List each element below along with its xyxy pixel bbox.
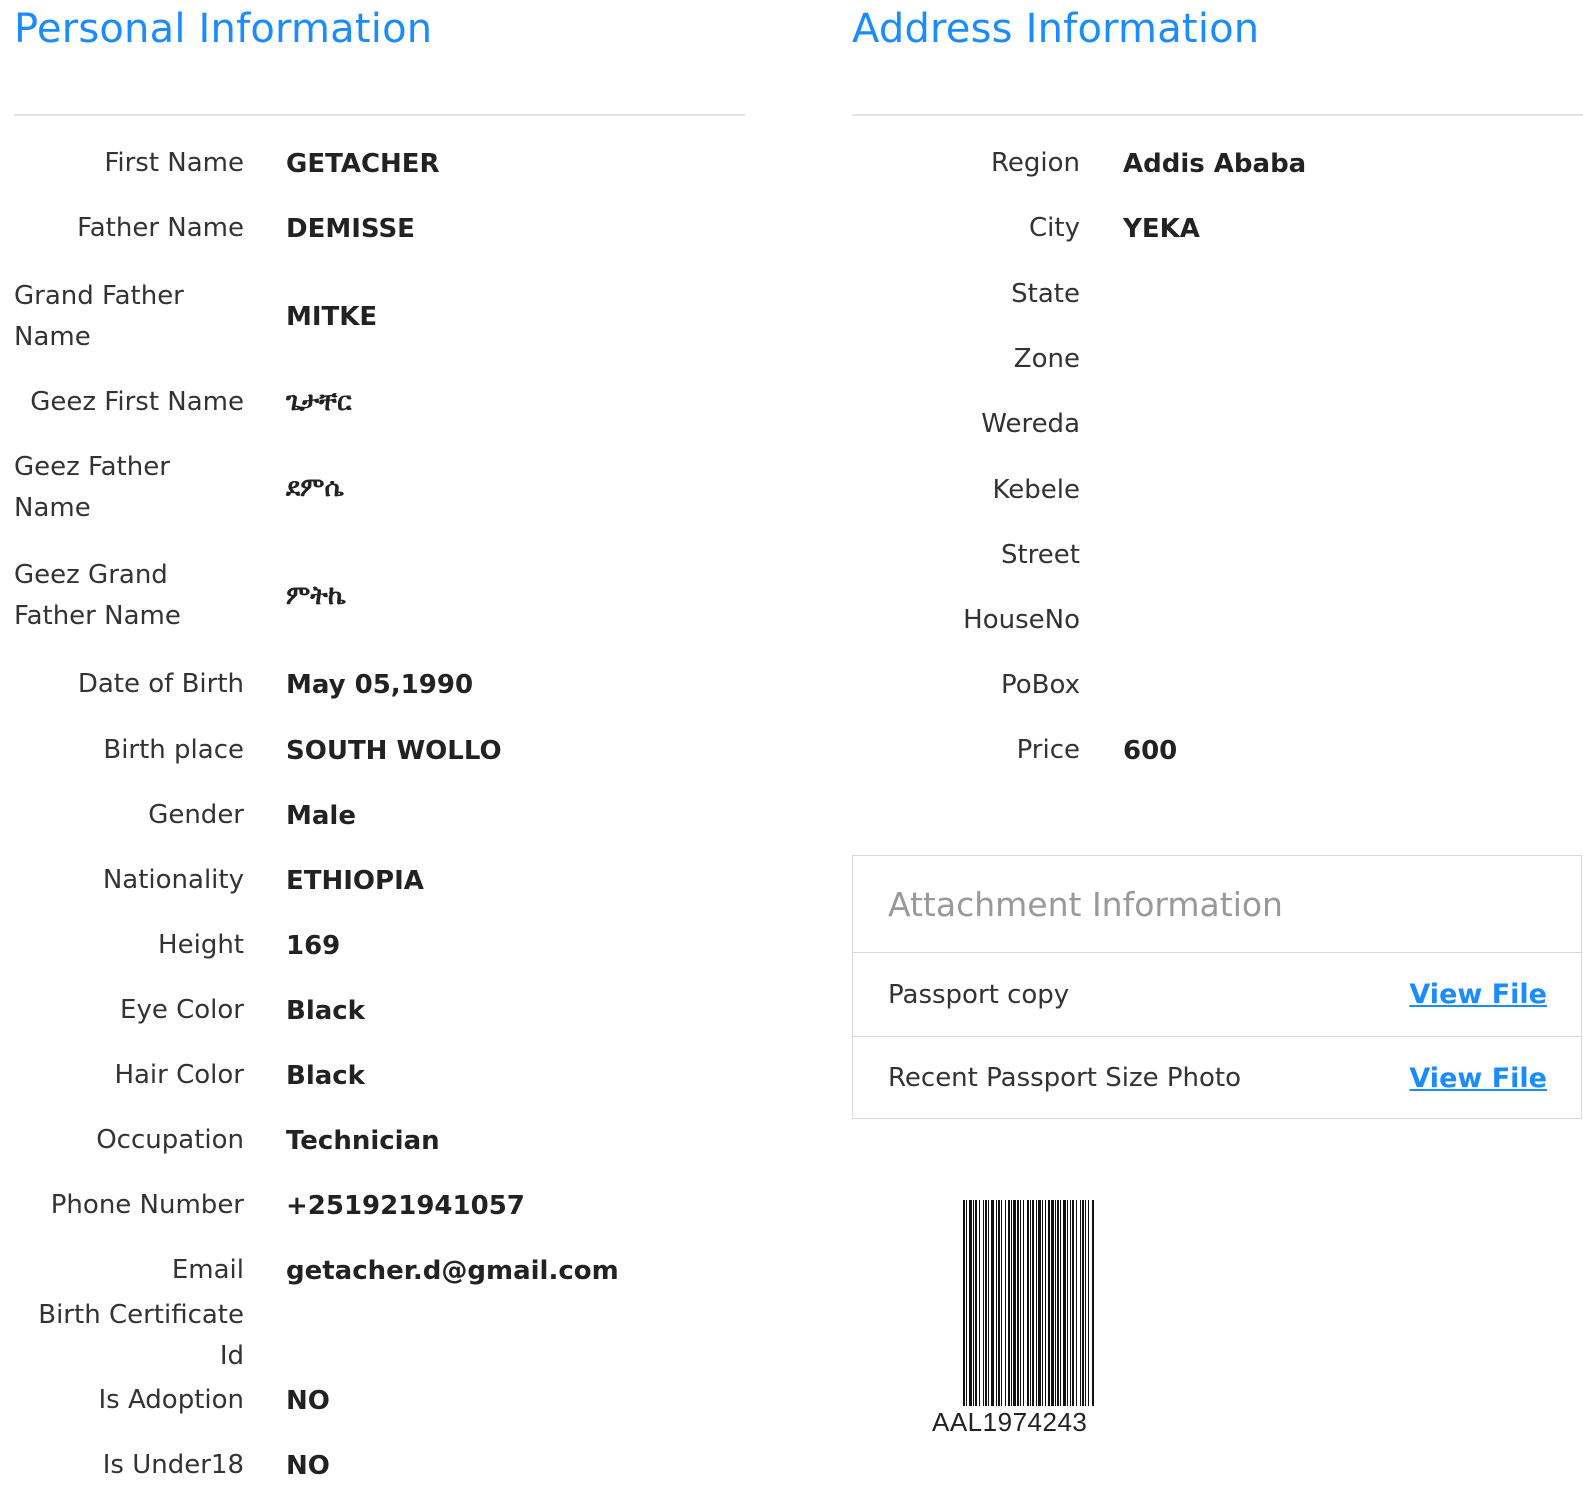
info-value: DEMISSE xyxy=(286,213,415,244)
info-label: Geez First Name xyxy=(30,387,244,417)
info-label: Occupation xyxy=(96,1125,244,1155)
attachment-information-title: Attachment Information xyxy=(853,856,1581,953)
info-label: Height xyxy=(158,930,244,960)
info-value: 600 xyxy=(1123,735,1178,766)
info-row-occupation: Occupation Technician xyxy=(14,1120,734,1161)
info-label: Phone Number xyxy=(50,1190,244,1220)
info-row-height: Height 169 xyxy=(14,925,734,966)
info-row-price: Price 600 xyxy=(852,730,1572,771)
info-row-state: State xyxy=(852,274,1572,315)
info-row-is-adoption: Is Adoption NO xyxy=(14,1380,734,1421)
info-label: Birth Certificate Id xyxy=(38,1299,244,1371)
attachment-row-passport-photo: Recent Passport Size Photo View File xyxy=(853,1036,1581,1119)
barcode-image xyxy=(963,1200,1094,1406)
info-row-birth-place: Birth place SOUTH WOLLO xyxy=(14,730,734,771)
info-value: Black xyxy=(286,995,365,1026)
info-row-phone-number: Phone Number +251921941057 xyxy=(14,1185,734,1226)
info-value: NO xyxy=(286,1385,330,1416)
info-row-nationality: Nationality ETHIOPIA xyxy=(14,860,734,901)
info-label: City xyxy=(1029,213,1080,243)
info-value: NO xyxy=(286,1450,330,1481)
info-label: Date of Birth xyxy=(77,669,244,699)
info-label: Wereda xyxy=(981,409,1080,439)
info-row-eye-color: Eye Color Black xyxy=(14,990,734,1031)
info-row-geez-grand-father-name: Geez Grand Father Name ምትኬ xyxy=(14,555,734,637)
info-label: Geez Father Name xyxy=(14,452,170,523)
view-file-link-passport-photo[interactable]: View File xyxy=(1409,1063,1547,1094)
info-label: Kebele xyxy=(992,475,1080,505)
info-value: May 05,1990 xyxy=(286,669,474,700)
info-row-date-of-birth: Date of Birth May 05,1990 xyxy=(14,664,734,705)
view-file-link-passport-copy[interactable]: View File xyxy=(1409,979,1547,1010)
info-row-region: Region Addis Ababa xyxy=(852,143,1572,184)
address-information-title: Address Information xyxy=(852,6,1260,52)
info-label: Price xyxy=(1016,735,1080,765)
info-label: Geez Grand Father Name xyxy=(14,560,181,631)
info-label: Nationality xyxy=(102,865,244,895)
info-value: ETHIOPIA xyxy=(286,865,424,896)
info-label: HouseNo xyxy=(963,605,1080,635)
info-label: Is Adoption xyxy=(98,1385,244,1415)
info-value: GETACHER xyxy=(286,148,440,179)
info-label: Is Under18 xyxy=(102,1450,244,1480)
info-value: SOUTH WOLLO xyxy=(286,735,502,766)
info-label: Email xyxy=(171,1255,244,1285)
personal-information-title: Personal Information xyxy=(14,6,433,52)
info-value: Addis Ababa xyxy=(1123,148,1307,179)
info-label: Birth place xyxy=(103,735,244,765)
info-value: Male xyxy=(286,800,356,831)
info-label: Region xyxy=(990,148,1080,178)
info-value: Technician xyxy=(286,1125,440,1156)
info-value: MITKE xyxy=(286,302,378,332)
info-row-first-name: First Name GETACHER xyxy=(14,143,734,184)
info-label: Zone xyxy=(1013,344,1080,374)
attachment-row-passport-copy: Passport copy View File xyxy=(853,953,1581,1036)
info-value: getacher.d@gmail.com xyxy=(286,1255,619,1286)
info-row-birth-certificate-id: Birth Certificate Id xyxy=(14,1300,734,1371)
attachment-label: Passport copy xyxy=(888,979,1070,1010)
info-label: Gender xyxy=(148,800,244,830)
info-row-geez-father-name: Geez Father Name ደምሴ xyxy=(14,447,734,529)
info-row-hair-color: Hair Color Black xyxy=(14,1055,734,1096)
info-row-city: City YEKA xyxy=(852,208,1572,249)
info-row-street: Street xyxy=(852,535,1572,576)
info-label: Father Name xyxy=(77,213,244,243)
info-value: YEKA xyxy=(1123,213,1200,244)
info-value: ደምሴ xyxy=(286,472,344,503)
info-row-houseno: HouseNo xyxy=(852,600,1572,641)
info-row-is-under18: Is Under18 NO xyxy=(14,1445,734,1486)
info-row-email: Email getacher.d@gmail.com xyxy=(14,1250,734,1291)
info-row-kebele: Kebele xyxy=(852,470,1572,511)
info-row-zone: Zone xyxy=(852,339,1572,380)
info-label: PoBox xyxy=(1001,670,1080,700)
attachment-card: Attachment Information Passport copy Vie… xyxy=(852,855,1582,1119)
info-label: Street xyxy=(1000,540,1080,570)
info-label: Hair Color xyxy=(114,1060,244,1090)
info-label: Grand Father Name xyxy=(14,281,184,352)
info-value: ምትኬ xyxy=(286,580,346,611)
info-row-grand-father-name: Grand Father Name MITKE xyxy=(14,276,734,358)
info-value: ጌታቸር xyxy=(286,387,352,417)
address-divider xyxy=(852,114,1583,116)
info-value: 169 xyxy=(286,930,341,961)
personal-divider xyxy=(14,114,745,116)
info-value: Black xyxy=(286,1060,365,1091)
info-value: +251921941057 xyxy=(286,1190,525,1221)
info-row-gender: Gender Male xyxy=(14,795,734,836)
info-label: First Name xyxy=(104,148,244,178)
info-row-pobox: PoBox xyxy=(852,665,1572,706)
info-row-wereda: Wereda xyxy=(852,404,1572,445)
info-label: Eye Color xyxy=(120,995,244,1025)
info-row-geez-first-name: Geez First Name ጌታቸር xyxy=(14,382,734,423)
info-label: State xyxy=(1011,279,1080,309)
barcode-number: AAL1974243 xyxy=(932,1407,1088,1437)
attachment-label: Recent Passport Size Photo xyxy=(888,1063,1242,1093)
info-row-father-name: Father Name DEMISSE xyxy=(14,208,734,249)
